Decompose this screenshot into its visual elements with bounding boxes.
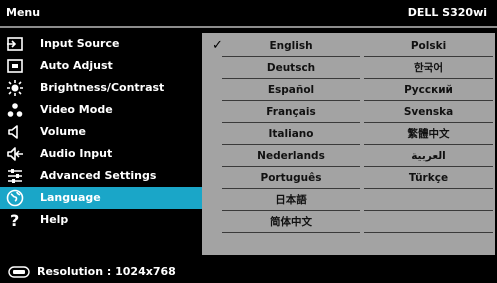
menu-item-help[interactable]: ? Help xyxy=(0,209,202,231)
language-option[interactable]: Português xyxy=(222,167,360,189)
resolution-text: Resolution : 1024x768 xyxy=(37,265,176,278)
language-label: Русский xyxy=(404,84,453,96)
language-option[interactable]: Deutsch xyxy=(222,57,360,79)
language-label: Polski xyxy=(410,40,447,52)
menu-item-input-source[interactable]: Input Source xyxy=(0,33,202,55)
language-label: 日本語 xyxy=(275,194,307,206)
language-option-empty xyxy=(364,189,493,211)
language-panel: ✓ English Deutsch Español Français Italiano Ne… xyxy=(202,33,495,255)
language-option[interactable]: Svenska xyxy=(364,101,493,123)
language-option[interactable]: 简体中文 xyxy=(222,211,360,233)
language-option[interactable]: 日本語 xyxy=(222,189,360,211)
menu-item-label: Volume xyxy=(40,125,86,138)
language-label: Svenska xyxy=(403,106,454,118)
language-label: 한국어 xyxy=(414,62,443,74)
language-label: Türkçe xyxy=(408,172,449,184)
language-label: 繁體中文 xyxy=(407,128,450,140)
row-divider xyxy=(222,232,360,233)
language-option[interactable]: العربية xyxy=(364,145,493,167)
resolution-icon xyxy=(8,266,30,278)
language-label: English xyxy=(269,40,313,52)
svg-text:?: ? xyxy=(10,211,19,229)
checkmark-icon: ✓ xyxy=(212,38,223,53)
language-label: Italiano xyxy=(268,128,314,140)
audio-input-icon xyxy=(7,147,23,161)
menu-item-video-mode[interactable]: Video Mode xyxy=(0,99,202,121)
language-option[interactable]: Español xyxy=(222,79,360,101)
menu-item-brightness-contrast[interactable]: Brightness/Contrast xyxy=(0,77,202,99)
language-option[interactable]: 繁體中文 xyxy=(364,123,493,145)
menu-item-label: Help xyxy=(40,213,69,226)
brightness-icon xyxy=(7,80,23,96)
language-label: Nederlands xyxy=(257,150,325,162)
language-option[interactable]: Polski xyxy=(364,35,493,57)
menu-item-label: Video Mode xyxy=(40,103,113,116)
volume-icon xyxy=(8,125,18,139)
input-source-icon xyxy=(7,37,23,51)
language-label: 简体中文 xyxy=(270,216,312,228)
language-option[interactable]: Русский xyxy=(364,79,493,101)
help-icon: ? xyxy=(10,211,19,229)
language-option[interactable]: Français xyxy=(222,101,360,123)
language-option-empty xyxy=(364,211,493,233)
menu-item-label: Advanced Settings xyxy=(40,169,157,182)
language-label: Français xyxy=(266,106,316,118)
language-label: Português xyxy=(260,172,322,184)
menu-item-auto-adjust[interactable]: Auto Adjust xyxy=(0,55,202,77)
projector-osd: Menu DELL S320wi Input Source Auto Adjust… xyxy=(0,0,497,283)
status-footer: Resolution : 1024x768 xyxy=(0,262,497,283)
model-name: DELL S320wi xyxy=(407,6,487,19)
language-label: Deutsch xyxy=(266,62,316,74)
language-option[interactable]: ✓ English xyxy=(212,35,360,57)
menu-item-language[interactable]: Language xyxy=(0,187,202,209)
language-label: العربية xyxy=(411,150,446,162)
menu-item-label: Brightness/Contrast xyxy=(40,81,165,94)
language-option[interactable]: 한국어 xyxy=(364,57,493,79)
menu-item-advanced-settings[interactable]: Advanced Settings xyxy=(0,165,202,187)
menu-title: Menu xyxy=(6,6,41,19)
auto-adjust-icon xyxy=(7,59,23,73)
menu-item-label: Language xyxy=(40,191,101,204)
advanced-settings-icon xyxy=(8,169,22,183)
row-divider xyxy=(364,232,493,233)
language-option[interactable]: Türkçe xyxy=(364,167,493,189)
menu-item-audio-input[interactable]: Audio Input xyxy=(0,143,202,165)
menu-item-volume[interactable]: Volume xyxy=(0,121,202,143)
language-label: Español xyxy=(267,84,315,96)
menu-item-label: Auto Adjust xyxy=(40,59,113,72)
menu-item-label: Input Source xyxy=(40,37,120,50)
video-mode-icon xyxy=(7,103,23,117)
language-option[interactable]: Italiano xyxy=(222,123,360,145)
menu-item-label: Audio Input xyxy=(40,147,113,160)
language-option[interactable]: Nederlands xyxy=(222,145,360,167)
title-bar: Menu DELL S320wi xyxy=(0,0,497,28)
globe-icon xyxy=(6,189,24,207)
